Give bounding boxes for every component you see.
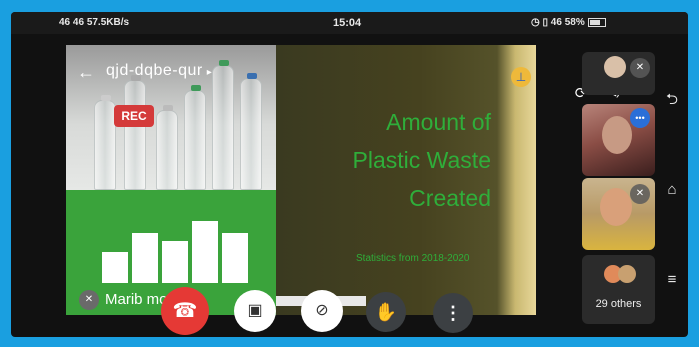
home-icon[interactable]: ⌂ (662, 180, 682, 200)
participant-tile[interactable]: ••• (582, 104, 655, 176)
chevron-right-icon: ▸ (206, 67, 213, 78)
mic-off-icon: ⊘ (315, 302, 329, 319)
mic-off-icon: ✕ (79, 290, 99, 310)
bottle-image (240, 73, 262, 190)
mic-off-icon: ✕ (630, 184, 650, 204)
others-count: 29 others (595, 298, 642, 310)
device-frame: 46 46 57.5KB/s 15:04 ◷ ▯ 46 58% Amount o… (11, 12, 688, 337)
more-options-button[interactable]: ⋮ (433, 293, 473, 333)
system-nav-bar: ⮌ ⌂ ≡ (656, 45, 688, 325)
network-speed: 46 46 57.5KB/s (59, 17, 130, 28)
slide-chart-bar (132, 233, 158, 283)
more-vertical-icon: ⋮ (444, 303, 462, 323)
slide-subtitle: Statistics from 2018-2020 (356, 253, 470, 264)
bottle-image (184, 85, 206, 190)
participant-tile-self[interactable]: ✕ (582, 52, 655, 95)
end-call-icon: ☎ (172, 300, 198, 322)
slide-chart-bar (192, 221, 218, 283)
avatar (604, 56, 626, 78)
slide-chart-bar (222, 233, 248, 283)
camera-toggle-button[interactable]: ▣ (234, 290, 276, 332)
mic-off-icon: ✕ (630, 58, 650, 78)
presenter-label: ✕ Marib mo (79, 290, 168, 310)
raise-hand-icon: ✋ (374, 302, 398, 322)
presentation-stage: Amount of Plastic Waste Created Statisti… (66, 45, 536, 315)
avatar (602, 116, 632, 154)
status-bar: 46 46 57.5KB/s 15:04 ◷ ▯ 46 58% (11, 12, 688, 34)
speaking-indicator-icon: ••• (630, 108, 650, 128)
mic-toggle-button[interactable]: ⊘ (301, 290, 343, 332)
menu-icon[interactable]: ≡ (662, 270, 682, 290)
battery-icon (587, 17, 606, 27)
bottle-image (212, 60, 234, 190)
pin-icon[interactable]: ⊥ (511, 67, 531, 87)
avatar (600, 188, 632, 226)
bottle-image (94, 95, 116, 190)
back-nav-icon[interactable]: ⮌ (662, 90, 682, 110)
slide-chart-bar (162, 241, 188, 283)
meeting-code[interactable]: qjd-dqbe-qur ▸ (106, 62, 212, 80)
raise-hand-button[interactable]: ✋ (366, 292, 406, 332)
bottle-image (156, 105, 178, 190)
participant-tile[interactable]: ✕ (582, 178, 655, 250)
arrow-left-icon[interactable]: ← (77, 63, 95, 81)
clock: 15:04 (333, 17, 362, 29)
recording-badge: REC (114, 105, 154, 127)
avatar (618, 265, 636, 283)
status-icons: ◷ ▯ 46 58% (531, 17, 606, 28)
end-call-button[interactable]: ☎ (161, 287, 209, 335)
participant-tile-others[interactable]: 29 others (582, 255, 655, 324)
slide-chart-bar (102, 252, 128, 283)
camera-off-icon: ▣ (247, 302, 263, 319)
slide-title: Amount of Plastic Waste Created (352, 109, 491, 211)
bottle-image (124, 75, 146, 190)
